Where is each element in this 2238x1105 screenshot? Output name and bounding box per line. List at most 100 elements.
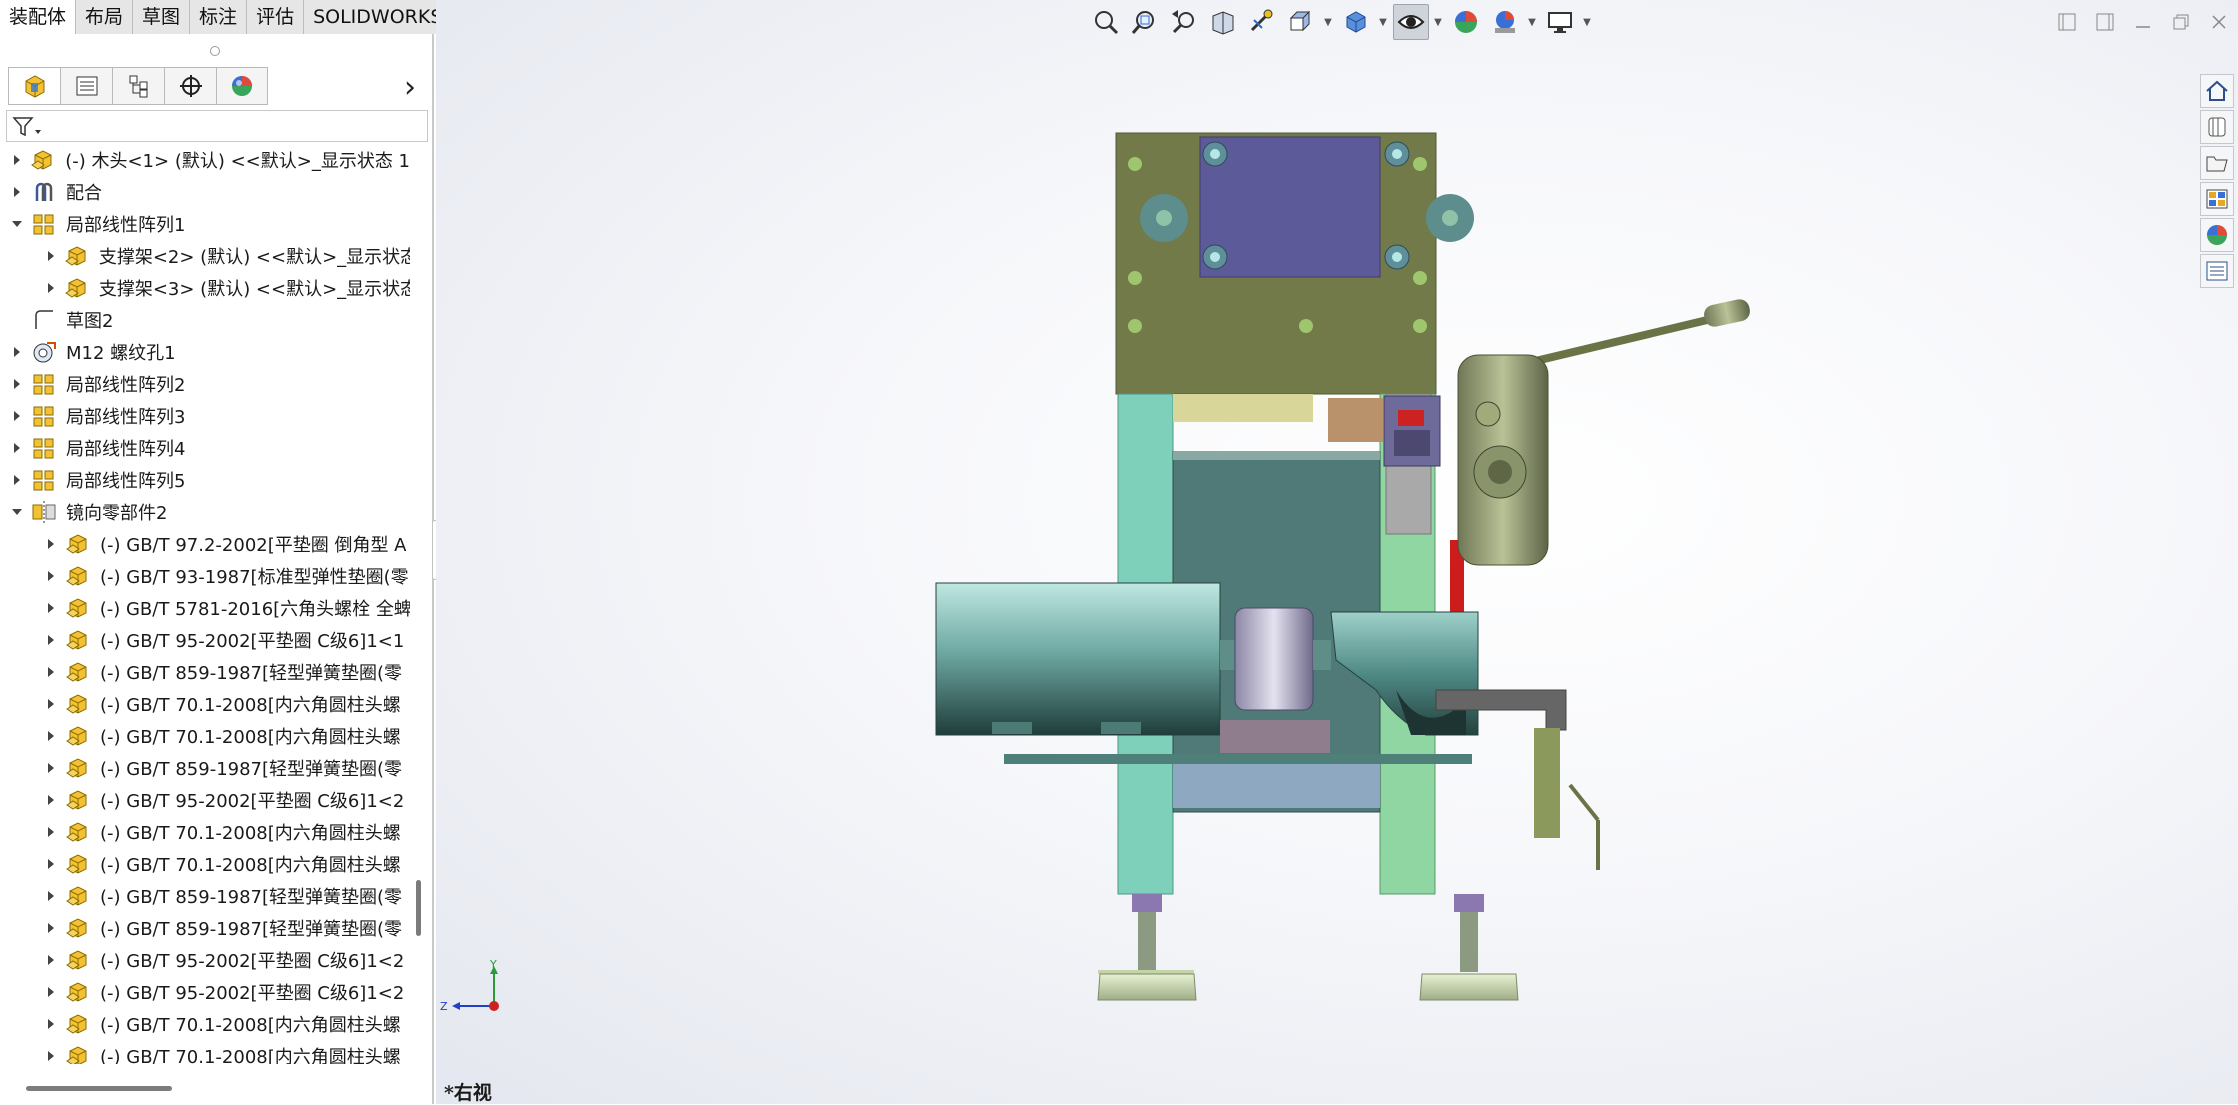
tree-item[interactable]: 局部线性阵列1 [0,208,410,240]
solidworks-resources-icon[interactable] [2200,74,2234,108]
tree-item[interactable]: (-) GB∕T 859-1987[轻型弹簧垫圈(零 [0,912,410,944]
expand-arrow-icon[interactable] [44,240,58,272]
expand-arrow-icon[interactable] [44,272,58,304]
tile-left-icon[interactable] [2048,8,2086,36]
expand-arrow-icon[interactable] [44,1040,58,1064]
tree-item[interactable]: (-) GB∕T 70.1-2008[内六角圆柱头螺 [0,688,410,720]
expand-arrow-icon[interactable] [44,784,58,816]
tree-item[interactable]: (-) GB∕T 97.2-2002[平垫圈 倒角型 A [0,528,410,560]
expand-arrow-icon[interactable] [10,432,24,464]
tree-item[interactable]: 镜向零部件2 [0,496,410,528]
expand-arrow-icon[interactable] [44,912,58,944]
expand-arrow-icon[interactable] [44,528,58,560]
expand-arrow-icon[interactable] [10,336,24,368]
tree-item[interactable]: (-) GB∕T 95-2002[平垫圈 C级6]1<2 [0,944,410,976]
tree-item[interactable]: 支撑架<2> (默认) <<默认>_显示状态 [0,240,410,272]
tree-item[interactable]: (-) GB∕T 70.1-2008[内六角圆柱头螺 [0,848,410,880]
expand-arrow-icon[interactable] [44,848,58,880]
tab-1[interactable]: 布局 [76,0,134,34]
propertymanager-tab[interactable] [60,67,112,105]
tab-0[interactable]: 装配体 [0,0,77,34]
tree-item[interactable]: 支撑架<3> (默认) <<默认>_显示状态 [0,272,410,304]
expand-arrow-icon[interactable] [44,656,58,688]
expand-arrow-icon[interactable] [44,720,58,752]
dimxpert-tab[interactable] [164,67,216,105]
display-style-icon[interactable] [1338,4,1374,40]
tree-item[interactable]: 局部线性阵列2 [0,368,410,400]
tree-horizontal-scrollbar[interactable] [26,1086,172,1091]
edit-appearance-icon[interactable] [1448,4,1484,40]
view-settings-dropdown-icon[interactable]: ▼ [1581,4,1593,40]
tree-item[interactable]: (-) GB∕T 70.1-2008[内六角圆柱头螺 [0,816,410,848]
tree-item[interactable]: (-) GB∕T 70.1-2008[内六角圆柱头螺 [0,1040,410,1064]
view-orientation-icon[interactable] [1283,4,1319,40]
scroll-thumb[interactable] [416,880,421,936]
dynamic-annotation-icon[interactable] [1244,4,1280,40]
tree-item[interactable]: (-) GB∕T 5781-2016[六角头螺栓 全蜱 [0,592,410,624]
expand-arrow-icon[interactable] [44,816,58,848]
tree-vertical-scrollbar[interactable] [410,144,424,1104]
tile-right-icon[interactable] [2086,8,2124,36]
file-explorer-icon[interactable] [2200,146,2234,180]
graphics-area[interactable]: ▼ ▼ ▼ ▼ ▼ [436,0,2238,1104]
expand-arrow-icon[interactable] [10,144,24,176]
tree-filter[interactable] [6,110,428,142]
expand-arrow-icon[interactable] [44,944,58,976]
view-orientation-dropdown-icon[interactable]: ▼ [1322,4,1334,40]
expand-arrow-icon[interactable] [44,880,58,912]
tree-item[interactable]: (-) GB∕T 95-2002[平垫圈 C级6]1<2 [0,976,410,1008]
collapse-arrow-icon[interactable] [10,496,24,528]
assembly-model[interactable] [436,0,2238,1104]
view-settings-icon[interactable] [1542,4,1578,40]
custom-properties-icon[interactable] [2200,254,2234,288]
apply-scene-icon[interactable] [1487,4,1523,40]
expand-arrow-icon[interactable] [10,176,24,208]
tree-item[interactable]: (-) GB∕T 859-1987[轻型弹簧垫圈(零 [0,752,410,784]
tree-item[interactable]: (-) GB∕T 95-2002[平垫圈 C级6]1<2 [0,784,410,816]
zoom-to-fit-icon[interactable] [1088,4,1124,40]
close-icon[interactable] [2200,8,2238,36]
tree-item[interactable]: (-) GB∕T 70.1-2008[内六角圆柱头螺 [0,720,410,752]
panel-expand-arrow-icon[interactable]: › [404,70,416,105]
expand-arrow-icon[interactable] [44,752,58,784]
tree-item[interactable]: (-) GB∕T 70.1-2008[内六角圆柱头螺 [0,1008,410,1040]
tree-item[interactable]: 局部线性阵列4 [0,432,410,464]
display-manager-tab[interactable] [216,67,268,105]
appearances-icon[interactable] [2200,218,2234,252]
tree-item[interactable]: M12 螺纹孔1 [0,336,410,368]
tree-item[interactable]: (-) GB∕T 95-2002[平垫圈 C级6]1<1 [0,624,410,656]
hide-show-dropdown-icon[interactable]: ▼ [1432,4,1444,40]
previous-view-icon[interactable] [1166,4,1202,40]
configurationmanager-tab[interactable] [112,67,164,105]
expand-arrow-icon[interactable] [44,592,58,624]
view-palette-icon[interactable] [2200,182,2234,216]
panel-grip[interactable] [210,46,220,56]
tree-item[interactable]: 配合 [0,176,410,208]
tree-item[interactable]: (-) 木头<1> (默认) <<默认>_显示状态 1: [0,144,410,176]
zoom-to-area-icon[interactable] [1127,4,1163,40]
section-view-icon[interactable] [1205,4,1241,40]
expand-arrow-icon[interactable] [10,400,24,432]
restore-icon[interactable] [2162,8,2200,36]
tree-item[interactable]: 草图2 [0,304,410,336]
collapse-arrow-icon[interactable] [10,208,24,240]
tab-2[interactable]: 草图 [133,0,191,34]
expand-arrow-icon[interactable] [44,1008,58,1040]
expand-arrow-icon[interactable] [44,976,58,1008]
expand-arrow-icon[interactable] [10,368,24,400]
hide-show-items-icon[interactable] [1393,4,1429,40]
expand-arrow-icon[interactable] [44,624,58,656]
tab-3[interactable]: 标注 [190,0,248,34]
design-library-icon[interactable] [2200,110,2234,144]
featuremanager-tab[interactable] [8,67,60,105]
expand-arrow-icon[interactable] [10,464,24,496]
tree-item[interactable]: (-) GB∕T 859-1987[轻型弹簧垫圈(零 [0,880,410,912]
expand-arrow-icon[interactable] [44,688,58,720]
apply-scene-dropdown-icon[interactable]: ▼ [1526,4,1538,40]
display-style-dropdown-icon[interactable]: ▼ [1377,4,1389,40]
minimize-icon[interactable] [2124,8,2162,36]
tab-4[interactable]: 评估 [247,0,305,34]
tree-item[interactable]: 局部线性阵列5 [0,464,410,496]
tree-item[interactable]: (-) GB∕T 859-1987[轻型弹簧垫圈(零 [0,656,410,688]
tree-item[interactable]: (-) GB∕T 93-1987[标准型弹性垫圈(零 [0,560,410,592]
